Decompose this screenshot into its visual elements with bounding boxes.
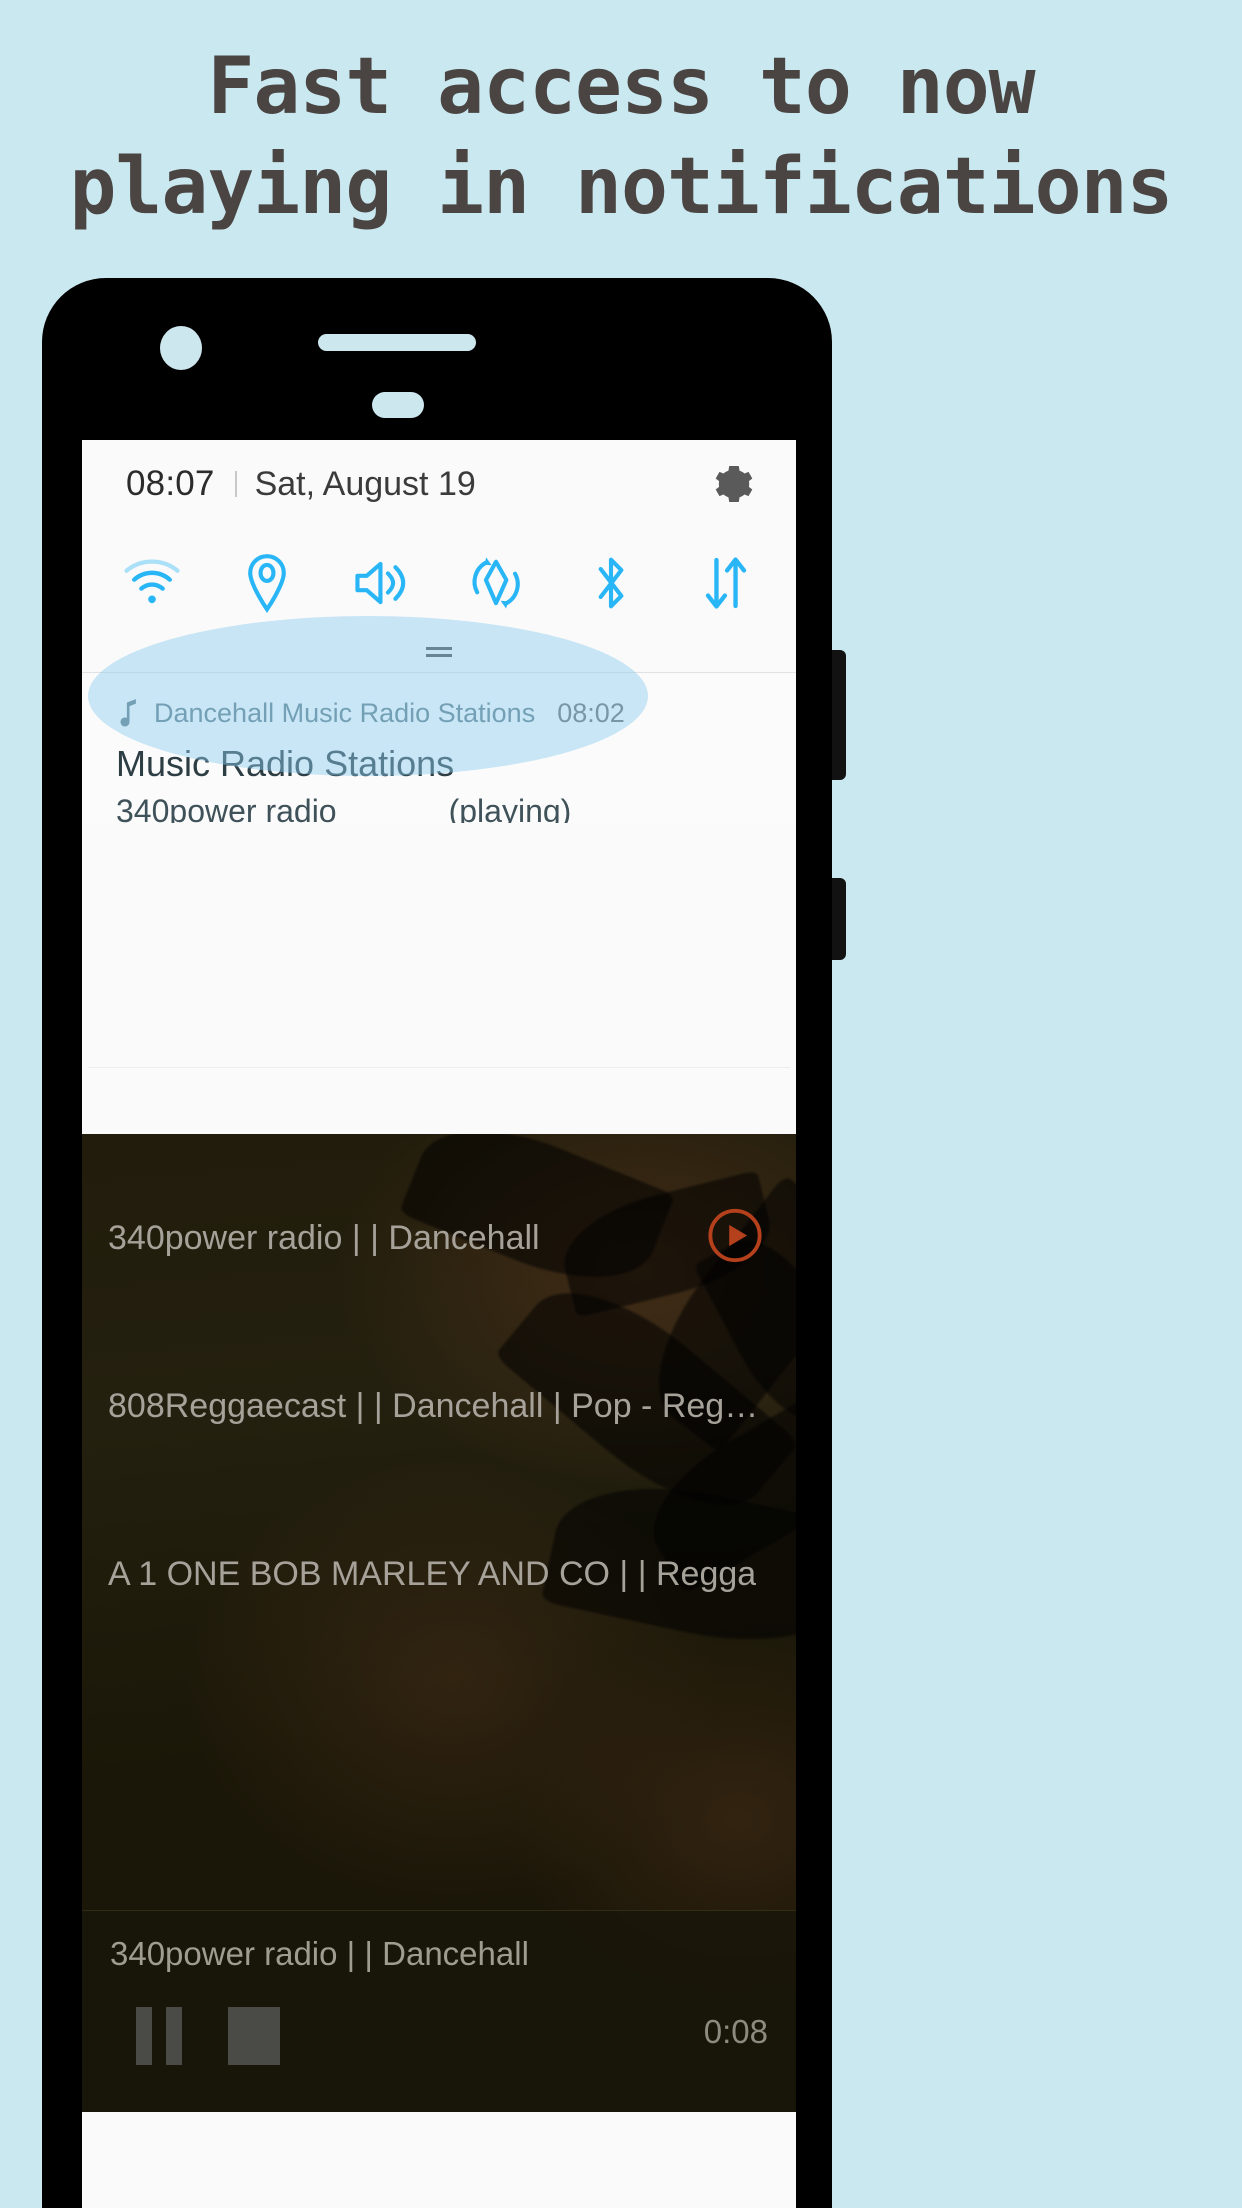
pause-bar-right bbox=[166, 2007, 182, 2065]
radio-app-background: 340power radio | | Dancehall 808Reggaeca… bbox=[82, 1134, 796, 2112]
shade-empty-area bbox=[82, 823, 796, 1157]
volume-icon[interactable] bbox=[340, 547, 424, 619]
front-camera-icon bbox=[160, 326, 202, 370]
status-date: Sat, August 19 bbox=[254, 464, 476, 503]
stop-icon[interactable] bbox=[228, 2007, 280, 2065]
volume-button[interactable] bbox=[832, 650, 846, 780]
phone-frame: 08:07 Sat, August 19 Dancehall Music Rad… bbox=[42, 278, 846, 2208]
status-separator bbox=[234, 471, 237, 497]
notification-shade: 08:07 Sat, August 19 Dancehall Music Rad… bbox=[82, 440, 796, 1253]
handle-bar-top bbox=[426, 647, 452, 650]
now-playing-bar: 340power radio | | Dancehall 0:08 bbox=[82, 1910, 796, 2112]
playback-controls: 0:08 bbox=[82, 1973, 796, 2065]
power-button[interactable] bbox=[832, 878, 846, 960]
phone-screen: 08:07 Sat, August 19 Dancehall Music Rad… bbox=[82, 440, 796, 2208]
notification-header: Dancehall Music Radio Stations 08:02 bbox=[116, 693, 762, 733]
page-title-line2: playing in notifications bbox=[69, 142, 1173, 232]
data-transfer-icon[interactable] bbox=[684, 547, 768, 619]
shade-status-bar: 08:07 Sat, August 19 bbox=[82, 440, 796, 528]
shade-inner-divider bbox=[88, 1067, 790, 1068]
station-name: A 1 ONE BOB MARLEY AND CO | | Regga bbox=[108, 1554, 757, 1593]
shade-drag-handle[interactable] bbox=[82, 632, 796, 672]
elapsed-time: 0:08 bbox=[703, 2013, 768, 2050]
page-title-line1: Fast access to now bbox=[207, 42, 1035, 132]
earpiece-speaker bbox=[318, 334, 476, 351]
promo-screenshot: Fast access to now playing in notificati… bbox=[0, 0, 1242, 2208]
notification-app-name: Dancehall Music Radio Stations bbox=[154, 697, 536, 728]
list-item[interactable]: A 1 ONE BOB MARLEY AND CO | | Regga bbox=[82, 1510, 796, 1638]
gear-icon[interactable] bbox=[708, 458, 760, 510]
sensor-pill bbox=[372, 392, 424, 418]
notification-item[interactable]: Dancehall Music Radio Stations 08:02 Mus… bbox=[82, 673, 796, 829]
notification-title: Music Radio Stations bbox=[116, 743, 455, 784]
pause-bar-left bbox=[136, 2007, 152, 2065]
notification-time: 08:02 bbox=[557, 697, 625, 728]
station-name: 340power radio | | Dancehall bbox=[108, 1218, 540, 1257]
bluetooth-icon[interactable] bbox=[569, 547, 653, 619]
play-circle-icon[interactable] bbox=[706, 1207, 764, 1270]
page-title: Fast access to now playing in notificati… bbox=[0, 48, 1242, 226]
pause-icon[interactable] bbox=[136, 2007, 182, 2065]
wifi-icon[interactable] bbox=[110, 547, 194, 619]
station-name: 808Reggaecast | | Dancehall | Pop - Reg… bbox=[108, 1386, 759, 1425]
list-item[interactable]: 340power radio | | Dancehall bbox=[82, 1174, 796, 1302]
auto-rotate-icon[interactable] bbox=[454, 547, 538, 619]
handle-bar-bottom bbox=[426, 654, 452, 657]
now-playing-title: 340power radio | | Dancehall bbox=[110, 1935, 529, 1972]
location-pin-icon[interactable] bbox=[225, 547, 309, 619]
status-clock: 08:07 bbox=[126, 464, 215, 503]
quick-settings-row bbox=[82, 528, 796, 632]
list-item[interactable]: 808Reggaecast | | Dancehall | Pop - Reg… bbox=[82, 1342, 796, 1470]
music-note-icon bbox=[116, 698, 150, 728]
